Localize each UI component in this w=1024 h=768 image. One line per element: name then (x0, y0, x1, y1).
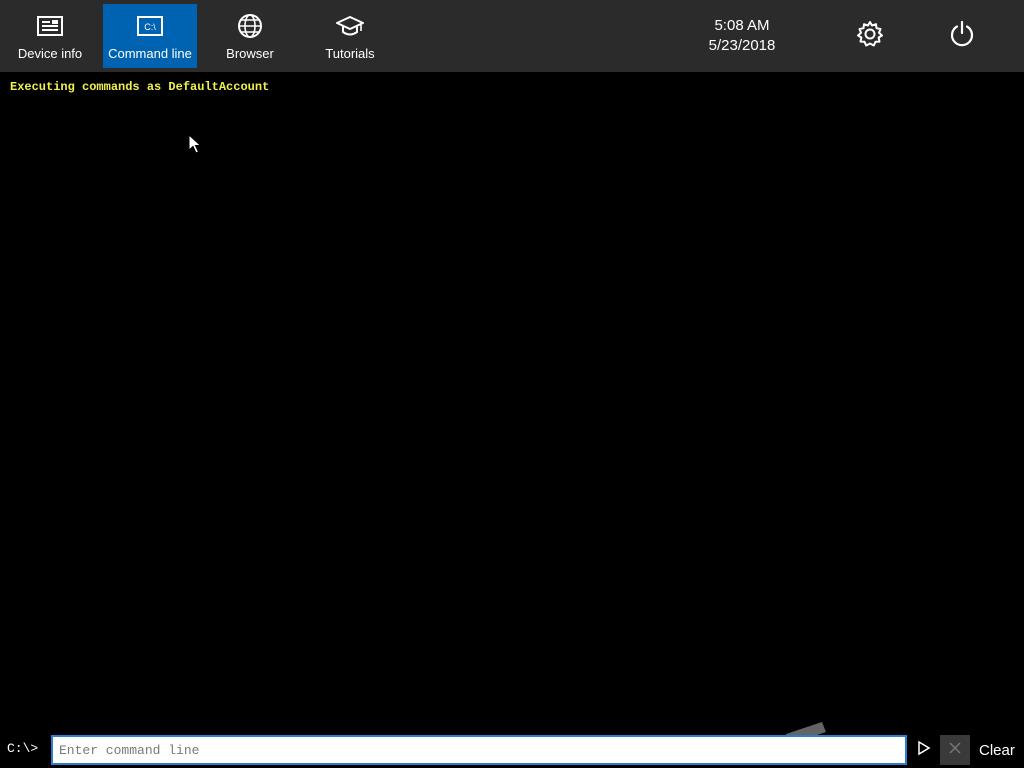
play-icon (917, 740, 931, 761)
cancel-command-button[interactable] (940, 735, 970, 765)
power-button[interactable] (946, 20, 978, 52)
clear-button[interactable]: Clear (979, 742, 1015, 759)
clock-date: 5/23/2018 (708, 37, 776, 54)
power-icon (948, 20, 976, 53)
command-bar: C:\> Clear (0, 733, 1024, 768)
nav-tutorials[interactable]: Tutorials (303, 4, 397, 68)
command-input[interactable] (51, 735, 907, 765)
globe-icon (236, 12, 264, 40)
device-info-icon (36, 12, 64, 40)
command-prompt-icon: C:\ (136, 12, 164, 40)
gear-icon (856, 20, 884, 53)
command-prompt-label: C:\> (7, 741, 39, 756)
nav-browser-label: Browser (226, 46, 274, 61)
close-icon (948, 741, 962, 760)
nav-browser[interactable]: Browser (203, 4, 297, 68)
svg-text:C:\: C:\ (144, 22, 156, 32)
nav-command-line[interactable]: C:\ Command line (103, 4, 197, 68)
top-navigation-bar: Device info C:\ Command line Browser Tut… (0, 0, 1024, 72)
clock-time: 5:08 AM (714, 17, 770, 34)
nav-device-info-label: Device info (17, 46, 83, 61)
run-command-button[interactable] (913, 739, 935, 761)
console-line: Executing commands as DefaultAccount (10, 80, 270, 94)
console-output: Executing commands as DefaultAccount (0, 72, 1024, 732)
nav-tutorials-label: Tutorials (325, 46, 375, 61)
settings-button[interactable] (854, 20, 886, 52)
nav-command-line-label: Command line (108, 46, 192, 61)
mouse-pointer-icon (188, 133, 202, 159)
graduation-cap-icon (336, 12, 364, 40)
clock: 5:08 AM 5/23/2018 (690, 16, 794, 56)
nav-device-info[interactable]: Device info (3, 4, 97, 68)
